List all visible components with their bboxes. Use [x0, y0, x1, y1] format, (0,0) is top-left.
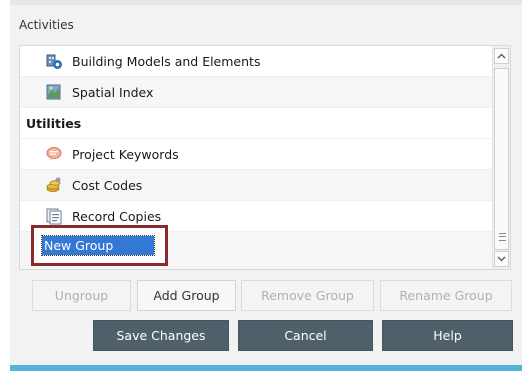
- add-group-button[interactable]: Add Group: [137, 280, 236, 311]
- chevron-down-icon: [497, 256, 506, 262]
- building-models-icon: [45, 52, 63, 70]
- list-item-spatial-index[interactable]: Spatial Index: [20, 77, 494, 108]
- list-scrollbar[interactable]: [492, 46, 510, 269]
- new-group-edit-highlight: [31, 225, 168, 266]
- group-header-utilities[interactable]: Utilities: [20, 108, 494, 139]
- list-item-label: Building Models and Elements: [72, 53, 261, 69]
- chevron-up-icon: [497, 53, 506, 59]
- remove-group-button[interactable]: Remove Group: [241, 280, 374, 311]
- scroll-up-button[interactable]: [494, 48, 509, 64]
- ungroup-button[interactable]: Ungroup: [32, 280, 131, 311]
- top-divider: [10, 0, 522, 5]
- panel-title: Activities: [19, 18, 74, 32]
- list-item-label: Record Copies: [72, 208, 162, 224]
- accent-bar: [10, 365, 522, 371]
- group-header-label: Utilities: [26, 115, 82, 131]
- spatial-index-icon: [45, 83, 63, 101]
- list-item-project-keywords[interactable]: Project Keywords: [20, 139, 494, 170]
- list-item-label: Project Keywords: [72, 146, 179, 162]
- list-item-building-models[interactable]: Building Models and Elements: [20, 46, 494, 77]
- save-changes-button[interactable]: Save Changes: [93, 320, 229, 351]
- scroll-down-button[interactable]: [494, 251, 509, 267]
- cancel-button[interactable]: Cancel: [238, 320, 373, 351]
- grip-icon: [499, 233, 506, 241]
- rename-group-button[interactable]: Rename Group: [380, 280, 512, 311]
- project-keywords-icon: [45, 145, 63, 163]
- help-button[interactable]: Help: [382, 320, 513, 351]
- record-copies-icon: [45, 207, 63, 225]
- list-item-label: Cost Codes: [72, 177, 143, 193]
- new-group-name-input[interactable]: [41, 235, 155, 256]
- list-item-label: Spatial Index: [72, 84, 154, 100]
- cost-codes-icon: [45, 176, 63, 194]
- activities-panel: Activities Building Models and Elements: [10, 0, 522, 371]
- scroll-thumb[interactable]: [494, 68, 509, 250]
- list-item-cost-codes[interactable]: Cost Codes: [20, 170, 494, 201]
